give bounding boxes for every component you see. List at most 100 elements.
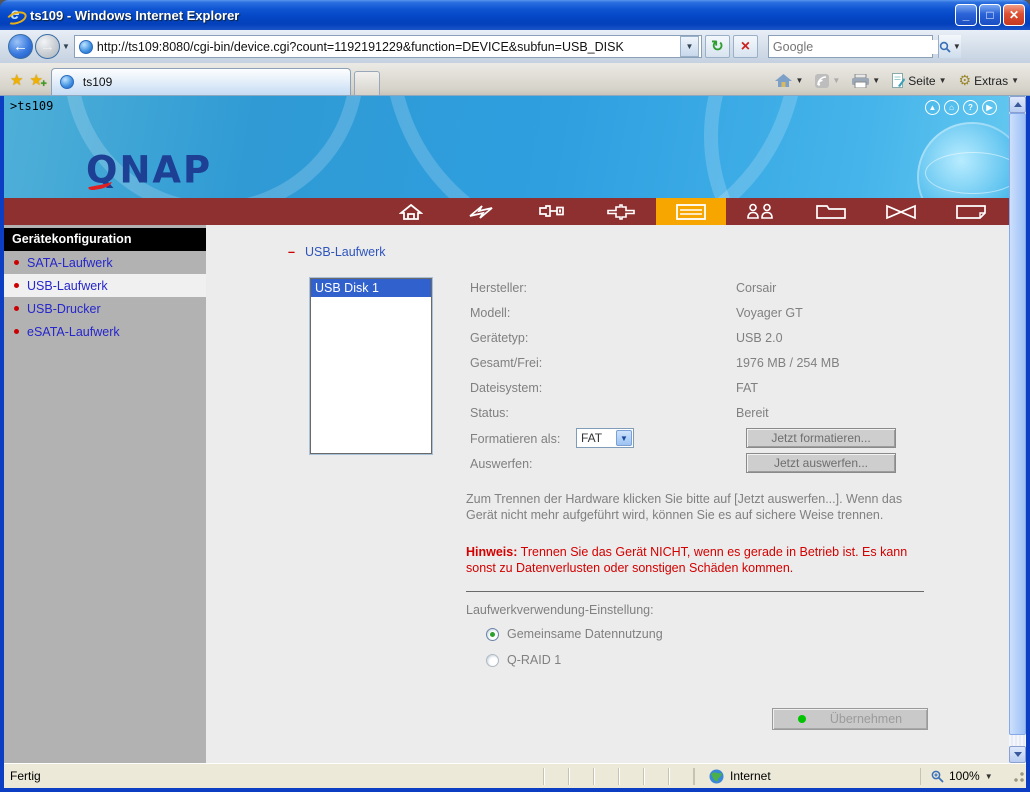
- scroll-down-button[interactable]: [1009, 746, 1026, 763]
- back-button[interactable]: ←: [8, 34, 33, 59]
- address-dropdown-icon[interactable]: ▼: [680, 36, 699, 57]
- rss-feed-icon: [815, 74, 829, 88]
- favorites-center-icon[interactable]: ★: [10, 71, 23, 89]
- home-nav-icon: [399, 204, 423, 220]
- browser-window: e ts109 - Windows Internet Explorer _ □ …: [0, 0, 1030, 792]
- list-item-usb-disk-1[interactable]: USB Disk 1: [311, 279, 431, 297]
- close-button[interactable]: ✕: [1003, 4, 1025, 26]
- tab-ts109[interactable]: ts109: [51, 68, 351, 95]
- nav-item-system-tools[interactable]: [866, 198, 936, 225]
- sidebar-title: Gerätekonfiguration: [4, 228, 206, 251]
- search-go-button[interactable]: ▼: [938, 35, 961, 58]
- zoom-level: 100%: [949, 769, 980, 783]
- history-dropdown-icon[interactable]: ▼: [62, 42, 70, 51]
- search-box[interactable]: ▼: [768, 35, 933, 58]
- tools-menu-button[interactable]: ⚙ Extras ▼: [956, 70, 1023, 91]
- radio-label: Q-RAID 1: [507, 653, 561, 667]
- bullet-icon: [14, 283, 19, 288]
- nav-item-user-management[interactable]: [726, 198, 796, 225]
- home-icon: [775, 74, 792, 88]
- nav-item-system-settings[interactable]: [516, 198, 586, 225]
- home-button[interactable]: ▼: [772, 72, 806, 90]
- print-button[interactable]: ▼: [849, 72, 883, 90]
- apply-button[interactable]: Übernehmen: [772, 708, 928, 730]
- site-favicon: [79, 40, 93, 54]
- stop-button[interactable]: ×: [733, 35, 758, 58]
- sidebar-item-usb-drucker[interactable]: USB-Drucker: [4, 297, 206, 320]
- radio-checked-icon[interactable]: [486, 628, 499, 641]
- printer-icon: [852, 74, 869, 88]
- ie-logo-icon: e: [6, 6, 24, 24]
- key-icon: [538, 204, 564, 220]
- logout-icon[interactable]: ▶: [982, 100, 997, 115]
- status-separator: [619, 768, 644, 785]
- warning-label: Hinweis:: [466, 545, 517, 559]
- page-menu-label: Seite: [908, 74, 935, 88]
- page-top-icon[interactable]: ▲: [925, 100, 940, 115]
- minimize-button[interactable]: _: [955, 4, 977, 26]
- bowtie-icon: [886, 204, 916, 220]
- nav-item-home[interactable]: [376, 198, 446, 225]
- nav-item-network-settings[interactable]: [586, 198, 656, 225]
- status-separator: [569, 768, 594, 785]
- tab-label: ts109: [83, 75, 112, 89]
- nav-item-device-configuration[interactable]: [656, 198, 726, 225]
- usb-device-listbox[interactable]: USB Disk 1: [310, 278, 432, 454]
- radio-option-qraid1[interactable]: Q-RAID 1: [486, 653, 561, 667]
- sidebar-item-sata-laufwerk[interactable]: SATA-Laufwerk: [4, 251, 206, 274]
- page-menu-button[interactable]: Seite ▼: [889, 71, 949, 90]
- nav-item-event-logs[interactable]: [936, 198, 1006, 225]
- detail-label: Dateisystem:: [470, 381, 542, 395]
- lightning-icon: [468, 204, 494, 220]
- status-separator: [594, 768, 619, 785]
- eject-label: Auswerfen:: [470, 457, 533, 471]
- resize-grip[interactable]: [1010, 768, 1026, 784]
- feeds-button[interactable]: ▼: [812, 72, 843, 90]
- radio-option-shared-data[interactable]: Gemeinsame Datennutzung: [486, 627, 663, 641]
- chevron-down-icon[interactable]: ▼: [616, 430, 632, 446]
- add-favorite-icon[interactable]: ★: [29, 71, 42, 89]
- format-now-button[interactable]: Jetzt formatieren...: [746, 428, 896, 448]
- scroll-down-icon: [1014, 752, 1022, 757]
- search-input[interactable]: [769, 40, 938, 54]
- gear-icon: ⚙: [959, 72, 972, 89]
- refresh-button[interactable]: ↻: [705, 35, 730, 58]
- section-title: USB-Laufwerk: [305, 245, 386, 259]
- radio-unchecked-icon[interactable]: [486, 654, 499, 667]
- title-bar[interactable]: e ts109 - Windows Internet Explorer _ □ …: [0, 0, 1030, 30]
- scroll-up-button[interactable]: [1009, 96, 1026, 113]
- page-scrollbar[interactable]: [1009, 96, 1026, 763]
- nav-item-quick-configuration[interactable]: [446, 198, 516, 225]
- print-caret-icon: ▼: [872, 76, 880, 85]
- scrollbar-thumb[interactable]: [1009, 113, 1026, 735]
- detail-label: Status:: [470, 406, 509, 420]
- sidebar-item-esata-laufwerk[interactable]: eSATA-Laufwerk: [4, 320, 206, 343]
- portal-home-icon[interactable]: ⌂: [944, 100, 959, 115]
- stop-icon: ×: [741, 38, 750, 55]
- new-tab-button[interactable]: [354, 71, 380, 95]
- divider: [466, 591, 924, 592]
- tab-bar: ★ ★ ts109 ▼ ▼: [0, 63, 1030, 96]
- sidebar-item-usb-laufwerk[interactable]: USB-Laufwerk: [4, 274, 206, 297]
- connector-icon: [607, 204, 635, 220]
- bullet-icon: [14, 260, 19, 265]
- forward-button[interactable]: →: [35, 34, 60, 59]
- warning-text: Hinweis: Trennen Sie das Gerät NICHT, we…: [466, 544, 930, 576]
- address-bar[interactable]: ▼: [74, 35, 702, 58]
- help-icon[interactable]: ?: [963, 100, 978, 115]
- sidebar-item-label: SATA-Laufwerk: [27, 256, 113, 270]
- sidebar-item-label: USB-Laufwerk: [27, 279, 108, 293]
- format-select[interactable]: FAT ▼: [576, 428, 634, 448]
- detail-label: Hersteller:: [470, 281, 527, 295]
- maximize-button[interactable]: □: [979, 4, 1001, 26]
- collapse-icon[interactable]: –: [288, 245, 295, 259]
- detail-value: Voyager GT: [736, 306, 803, 320]
- users-icon: [746, 203, 776, 220]
- detail-value: USB 2.0: [736, 331, 783, 345]
- zoom-control[interactable]: 100% ▼: [920, 768, 1008, 785]
- main-content: – USB-Laufwerk USB Disk 1 Hersteller: Co…: [206, 225, 1009, 763]
- eject-now-button[interactable]: Jetzt auswerfen...: [746, 453, 896, 473]
- nav-item-network-share-management[interactable]: [796, 198, 866, 225]
- address-input[interactable]: [97, 40, 680, 54]
- detail-value: Corsair: [736, 281, 776, 295]
